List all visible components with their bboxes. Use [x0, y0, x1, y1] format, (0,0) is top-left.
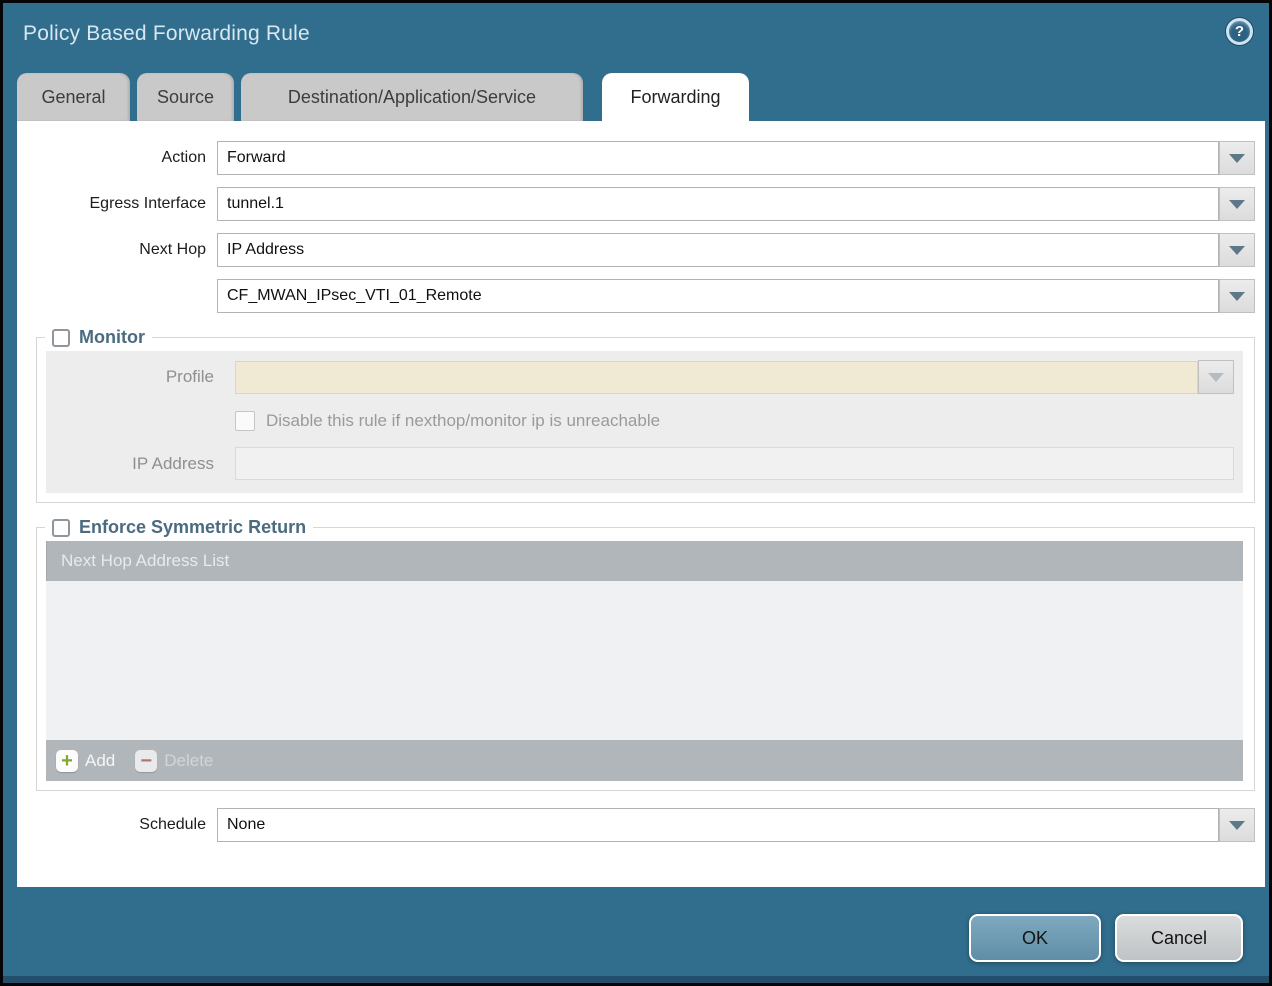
minus-icon: −: [135, 750, 157, 772]
enforce-symmetric-return-group: Enforce Symmetric Return Next Hop Addres…: [36, 517, 1255, 791]
next-hop-address-dropdown-button[interactable]: [1219, 279, 1255, 313]
schedule-label: Schedule: [17, 816, 217, 834]
help-icon[interactable]: ?: [1226, 18, 1253, 45]
table-header: Next Hop Address List: [46, 541, 1243, 581]
disable-rule-row: Disable this rule if nexthop/monitor ip …: [46, 411, 1243, 431]
profile-dropdown-button: [1198, 360, 1234, 394]
profile-select: [235, 361, 1198, 394]
tab-destination-application-service[interactable]: Destination/Application/Service: [241, 73, 583, 121]
add-button-label: Add: [85, 751, 115, 771]
tab-bar: General Source Destination/Application/S…: [17, 73, 756, 121]
enforce-symmetric-return-checkbox[interactable]: [52, 519, 70, 537]
egress-interface-label: Egress Interface: [17, 195, 217, 213]
action-row: Action Forward: [17, 141, 1255, 175]
next-hop-address-select[interactable]: CF_MWAN_IPsec_VTI_01_Remote: [217, 279, 1219, 313]
tab-source[interactable]: Source: [137, 73, 234, 121]
next-hop-type-select[interactable]: IP Address: [217, 233, 1219, 267]
action-dropdown-button[interactable]: [1219, 141, 1255, 175]
schedule-dropdown-button[interactable]: [1219, 808, 1255, 842]
add-button[interactable]: + Add: [56, 750, 115, 772]
monitor-legend-label: Monitor: [79, 327, 145, 348]
schedule-select[interactable]: None: [217, 808, 1219, 842]
monitor-ip-address-row: IP Address: [46, 447, 1243, 480]
disable-rule-checkbox: [235, 411, 255, 431]
egress-interface-row: Egress Interface tunnel.1: [17, 187, 1255, 221]
cancel-button[interactable]: Cancel: [1115, 914, 1243, 962]
tab-general[interactable]: General: [17, 73, 130, 121]
dialog-title: Policy Based Forwarding Rule: [23, 22, 310, 46]
next-hop-label: Next Hop: [17, 241, 217, 259]
next-hop-row: Next Hop IP Address: [17, 233, 1255, 267]
egress-interface-select[interactable]: tunnel.1: [217, 187, 1219, 221]
enforce-symmetric-return-legend[interactable]: Enforce Symmetric Return: [45, 517, 313, 538]
enforce-symmetric-return-label: Enforce Symmetric Return: [79, 517, 306, 538]
delete-button: − Delete: [135, 750, 213, 772]
next-hop-address-row: CF_MWAN_IPsec_VTI_01_Remote: [17, 279, 1255, 313]
chevron-down-icon: [1229, 154, 1245, 163]
chevron-down-icon: [1229, 292, 1245, 301]
action-label: Action: [17, 149, 217, 167]
next-hop-type-dropdown-button[interactable]: [1219, 233, 1255, 267]
chevron-down-icon: [1229, 246, 1245, 255]
table-footer: + Add − Delete: [46, 740, 1243, 781]
monitor-ip-address-input: [235, 447, 1234, 480]
table-body: [46, 581, 1243, 740]
next-hop-address-list-table: Next Hop Address List + Add − Delete: [46, 541, 1243, 781]
chevron-down-icon: [1229, 200, 1245, 209]
monitor-checkbox[interactable]: [52, 329, 70, 347]
disable-rule-label: Disable this rule if nexthop/monitor ip …: [266, 411, 660, 431]
egress-interface-dropdown-button[interactable]: [1219, 187, 1255, 221]
forwarding-tab-panel: Action Forward Egress Interface tunnel.1…: [17, 121, 1265, 887]
delete-button-label: Delete: [164, 751, 213, 771]
monitor-ip-address-label: IP Address: [46, 454, 214, 474]
bottom-edge-strip: [3, 976, 1269, 983]
plus-icon: +: [56, 750, 78, 772]
monitor-panel: Profile Disable this rule if nexthop/mon…: [46, 351, 1243, 493]
chevron-down-icon: [1229, 821, 1245, 830]
ok-button[interactable]: OK: [969, 914, 1101, 962]
profile-row: Profile: [46, 360, 1243, 394]
monitor-legend[interactable]: Monitor: [45, 327, 152, 348]
pbf-rule-dialog: Policy Based Forwarding Rule ? General S…: [0, 0, 1272, 986]
chevron-down-icon: [1208, 373, 1224, 382]
monitor-group: Monitor Profile Disable this rule if nex…: [36, 327, 1255, 503]
profile-label: Profile: [46, 367, 214, 387]
schedule-row: Schedule None: [17, 808, 1255, 842]
action-select[interactable]: Forward: [217, 141, 1219, 175]
tab-forwarding[interactable]: Forwarding: [602, 73, 749, 121]
